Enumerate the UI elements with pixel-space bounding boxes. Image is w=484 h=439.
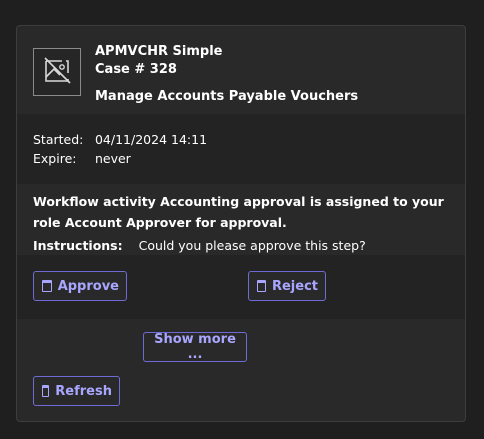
task-meta: Started: 04/11/2024 14:11 Expire: never xyxy=(17,114,465,184)
refresh-button[interactable]: Refresh xyxy=(33,376,120,406)
window-icon xyxy=(257,280,266,292)
instructions-label: Instructions: xyxy=(33,238,123,253)
task-card: APMVCHR Simple Case # 328 Manage Account… xyxy=(16,25,466,422)
window-icon xyxy=(42,385,50,397)
expire-value: never xyxy=(94,151,131,166)
started-value: 04/11/2024 14:11 xyxy=(94,132,208,147)
instructions-row: Instructions: Could you please approve t… xyxy=(33,237,366,255)
refresh-label: Refresh xyxy=(55,383,112,399)
started-label: Started: xyxy=(33,132,84,147)
card-header: APMVCHR Simple Case # 328 Manage Account… xyxy=(17,26,465,113)
approve-button[interactable]: Approve xyxy=(33,271,127,301)
reject-label: Reject xyxy=(271,278,318,294)
app-name: APMVCHR Simple xyxy=(95,44,223,59)
expire-label: Expire: xyxy=(33,151,77,166)
show-more-button[interactable]: Show more ... xyxy=(143,332,247,362)
instructions-text: Could you please approve this step? xyxy=(138,238,366,253)
approve-label: Approve xyxy=(57,278,119,294)
expire-row: Expire: never xyxy=(33,150,131,168)
process-name: Manage Accounts Payable Vouchers xyxy=(95,89,359,104)
window-icon xyxy=(42,280,52,292)
reject-button[interactable]: Reject xyxy=(248,271,326,301)
workflow-message: Workflow activity Accounting approval is… xyxy=(33,194,444,230)
image-unavailable-icon xyxy=(33,48,81,96)
card-title-block: APMVCHR Simple Case # 328 Manage Account… xyxy=(95,43,358,106)
case-number: Case # 328 xyxy=(95,62,177,77)
started-row: Started: 04/11/2024 14:11 xyxy=(33,131,207,149)
action-bar: Approve Reject xyxy=(17,255,465,319)
